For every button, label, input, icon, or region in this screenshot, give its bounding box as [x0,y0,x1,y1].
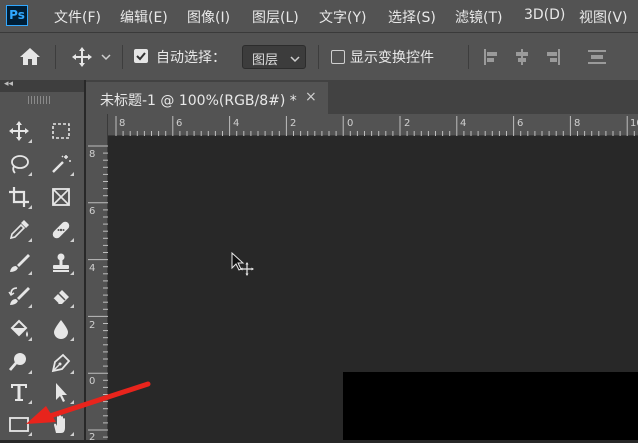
move-tool-preset-icon[interactable] [71,46,93,68]
home-icon[interactable] [19,46,41,66]
ruler-label: 6 [517,118,524,129]
marquee-tool[interactable] [46,117,76,145]
dropdown-value: 图层 [252,53,279,68]
chevron-down-icon[interactable] [101,53,111,61]
eyedropper-icon [9,220,29,240]
ruler-label: 4 [233,118,240,129]
move-cursor-icon [231,251,254,276]
move-tool[interactable] [4,117,34,145]
lasso-tool[interactable] [4,150,34,178]
brush-icon [10,254,30,272]
show-transform-checkbox[interactable] [331,50,345,64]
photoshop-logo[interactable]: Ps [6,5,28,26]
healing-brush-tool[interactable] [46,216,76,244]
align-top-icon[interactable] [586,47,608,67]
ruler-label: 6 [176,118,183,129]
eraser-icon [52,290,69,305]
eyedropper-tool[interactable] [4,216,34,244]
lasso-icon [11,155,29,174]
separator [318,45,319,69]
ruler-label: 2 [290,118,297,129]
align-right-icon[interactable] [544,47,562,67]
rectangular-marquee-icon [52,123,70,139]
stamp-icon [53,253,69,272]
ruler-label: 8 [574,118,581,129]
blur-tool[interactable] [46,315,76,343]
dodge-tool[interactable] [4,348,34,376]
separator [55,45,56,69]
paint-bucket-tool[interactable] [4,315,34,343]
collapse-panel-icon[interactable]: ◂◂ [4,79,13,89]
menu-layer[interactable]: 图层(L) [252,7,299,27]
frame-tool[interactable] [46,183,76,211]
ruler-label: 2 [89,432,96,443]
ruler-ticks [115,116,635,136]
ruler-label: 6 [89,206,96,217]
document-canvas[interactable] [343,372,638,440]
history-brush-icon [8,287,30,305]
auto-select-checkbox[interactable] [134,49,148,63]
menu-view[interactable]: 视图(V) [579,7,628,27]
show-transform-label: 显示变换控件 [350,50,434,66]
options-bar [0,32,638,80]
crop-icon [9,187,29,207]
magnifier-icon [8,353,26,371]
paint-bucket-icon [10,319,28,337]
menu-edit[interactable]: 编辑(E) [120,7,168,27]
magic-wand-tool[interactable] [46,150,76,178]
history-brush-tool[interactable] [4,282,34,310]
ruler-label: 0 [347,118,354,129]
ruler-origin[interactable] [86,114,108,136]
menu-filter[interactable]: 滤镜(T) [455,7,502,27]
eraser-tool[interactable] [46,282,76,310]
annotation-arrow-icon [26,381,151,424]
close-icon[interactable]: × [305,89,317,105]
check-icon [136,52,146,61]
crop-tool[interactable] [4,183,34,211]
pen-nib-icon [51,353,71,373]
ruler-label: 2 [404,118,411,129]
menu-select[interactable]: 选择(S) [388,7,436,27]
panel-grip[interactable] [28,96,50,104]
ruler-label: 4 [89,263,96,274]
document-tab-title: 未标题-1 @ 100%(RGB/8#) * [100,93,297,109]
ruler-label: 2 [89,320,96,331]
align-left-icon[interactable] [482,47,500,67]
frame-icon [52,188,70,206]
pen-tool[interactable] [46,348,76,376]
auto-select-label: 自动选择： [156,50,226,66]
horizontal-ruler[interactable]: 8 6 4 2 0 2 4 6 8 10 [108,114,638,136]
ruler-label: 8 [119,118,126,129]
magic-wand-icon [52,155,71,173]
clone-stamp-tool[interactable] [46,249,76,277]
water-drop-icon [54,320,68,339]
menu-type[interactable]: 文字(Y) [319,7,366,27]
chevron-down-icon [290,56,300,63]
separator [468,45,469,69]
menu-image[interactable]: 图像(I) [187,7,230,27]
ruler-label: 4 [460,118,467,129]
separator [122,45,123,69]
move-icon [9,121,29,141]
ruler-label: 10 [630,118,638,129]
menu-3d[interactable]: 3D(D) [524,7,565,23]
bandage-icon [52,221,70,239]
menu-file[interactable]: 文件(F) [54,7,101,27]
brush-tool[interactable] [4,249,34,277]
ruler-label: 8 [89,149,96,160]
align-horizontal-center-icon[interactable] [513,47,531,67]
